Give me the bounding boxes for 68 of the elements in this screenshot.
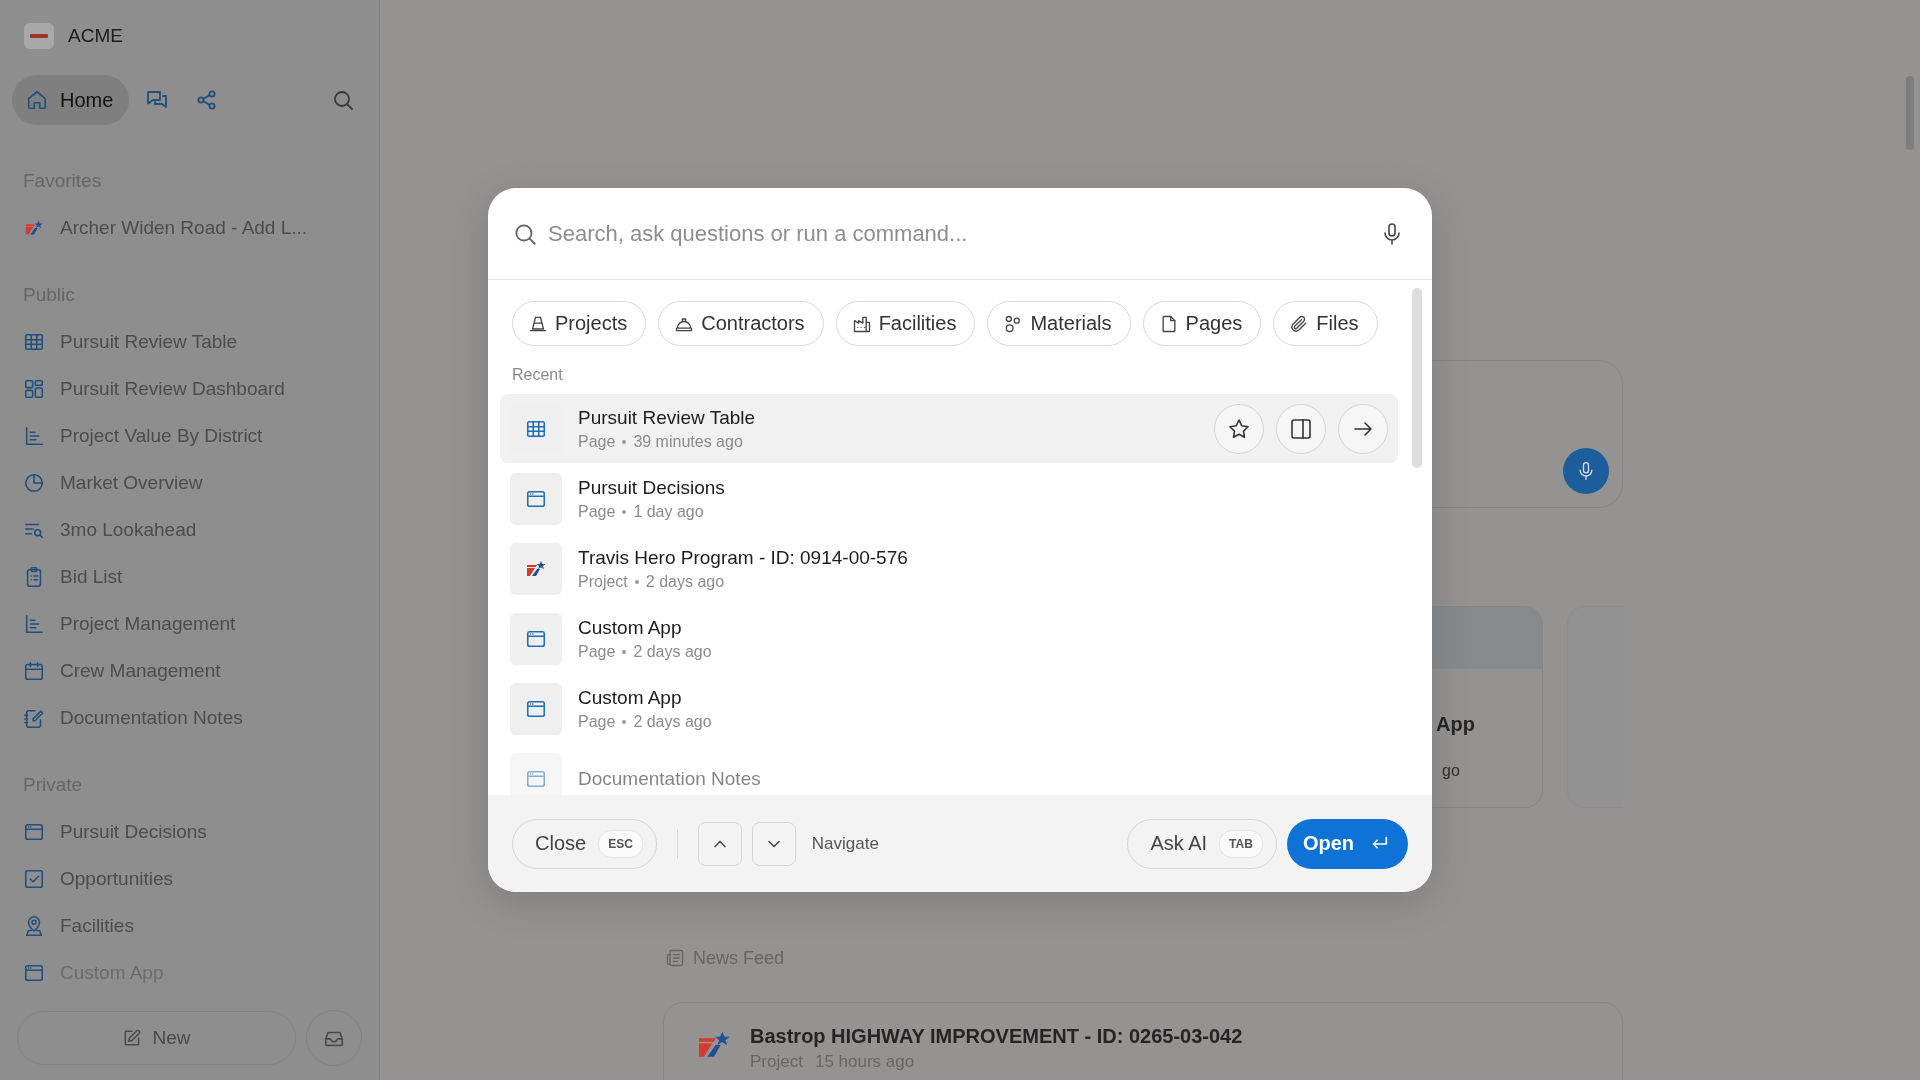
recent-item[interactable]: Travis Hero Program - ID: 0914-00-576 Project 2 days ago [500,534,1398,603]
search-icon [331,88,355,112]
open-button[interactable]: Open [1286,818,1408,869]
item-type: Page [578,642,616,661]
star-icon [1227,416,1251,441]
item-title: Travis Hero Program - ID: 0914-00-576 [578,546,909,569]
edit-icon [122,1028,143,1048]
ask-ai-button[interactable]: Ask AI TAB [1127,818,1277,869]
newspaper-icon [665,948,685,968]
section-title: Recent [511,365,564,385]
sidebar-item[interactable]: Bid List [0,553,379,600]
sidebar-item[interactable]: Crew Management [0,647,379,694]
feed-title: Bastrop HIGHWAY IMPROVEMENT - ID: 0265-03-042 [750,1025,1243,1048]
shortcut-key: TAB [1219,829,1263,858]
sidebar-item[interactable]: Pursuit Review Table [0,318,379,365]
shortcut-key: ESC [598,829,643,858]
filter-chip[interactable]: Files [1273,301,1378,346]
card-meta: go [1441,761,1461,780]
home-icon [26,89,48,111]
recent-item[interactable]: Pursuit Review Table Page 39 minutes ago [500,394,1398,463]
sidebar-item[interactable]: Project Value By District [0,412,379,459]
bar-chart-icon [23,612,45,635]
item-type: Page [578,502,616,521]
item-type: Page [578,712,616,731]
item-time: 2 days ago [645,572,725,591]
item-title: Pursuit Decisions [578,476,726,499]
sidebar-item[interactable]: Pursuit Decisions [0,808,379,855]
sidebar-item[interactable]: Archer Widen Road - Add L... [0,204,379,251]
sidebar-item[interactable]: Opportunities [0,855,379,902]
open-arrow-button[interactable] [1338,403,1388,454]
item-time: 2 days ago [633,712,712,731]
item-type: Project [578,572,628,591]
brand-name: ACME [68,25,123,47]
item-time: 2 days ago [633,642,712,661]
side-panel-button[interactable] [1276,403,1326,454]
favorite-button[interactable] [1214,403,1264,454]
close-button[interactable]: Close ESC [512,818,657,869]
sidebar-item[interactable]: 3mo Lookahead [0,506,379,553]
filter-chip[interactable]: Contractors [658,301,824,346]
filter-chip[interactable]: Materials [987,301,1131,346]
navigate-hint: Navigate [811,833,879,854]
filter-chip[interactable]: Projects [512,301,647,346]
calendar-icon [23,659,45,682]
card-title: App [1435,712,1476,736]
logo-icon [24,23,54,49]
recent-item[interactable]: Pursuit Decisions Page 1 day ago [500,464,1398,533]
location-pin-icon [23,914,45,937]
sidebar-item[interactable]: Pursuit Review Dashboard [0,365,379,412]
item-title: Custom App [578,686,683,709]
sidebar-item[interactable]: Facilities [0,902,379,949]
scrollbar-thumb[interactable] [1412,288,1422,468]
filter-chip[interactable]: Facilities [835,301,976,346]
pie-chart-icon [23,471,45,494]
grid-icon [23,377,45,400]
item-title: Custom App [578,616,683,639]
item-title: Pursuit Review Table [578,406,757,429]
panel-icon [1289,416,1313,441]
checkbox-icon [23,867,45,890]
item-time: 1 day ago [633,502,704,521]
bar-chart-icon [23,424,45,447]
sidebar-item[interactable]: Project Management [0,600,379,647]
sidebar-item[interactable]: Market Overview [0,459,379,506]
item-type: Page [578,432,616,451]
home-tab[interactable]: Home [12,75,130,125]
sidebar-item[interactable]: Documentation Notes [0,694,379,741]
item-title: Documentation Notes [578,767,762,790]
item-time: 39 minutes ago [633,432,743,451]
filter-chip[interactable]: Pages [1142,301,1262,346]
